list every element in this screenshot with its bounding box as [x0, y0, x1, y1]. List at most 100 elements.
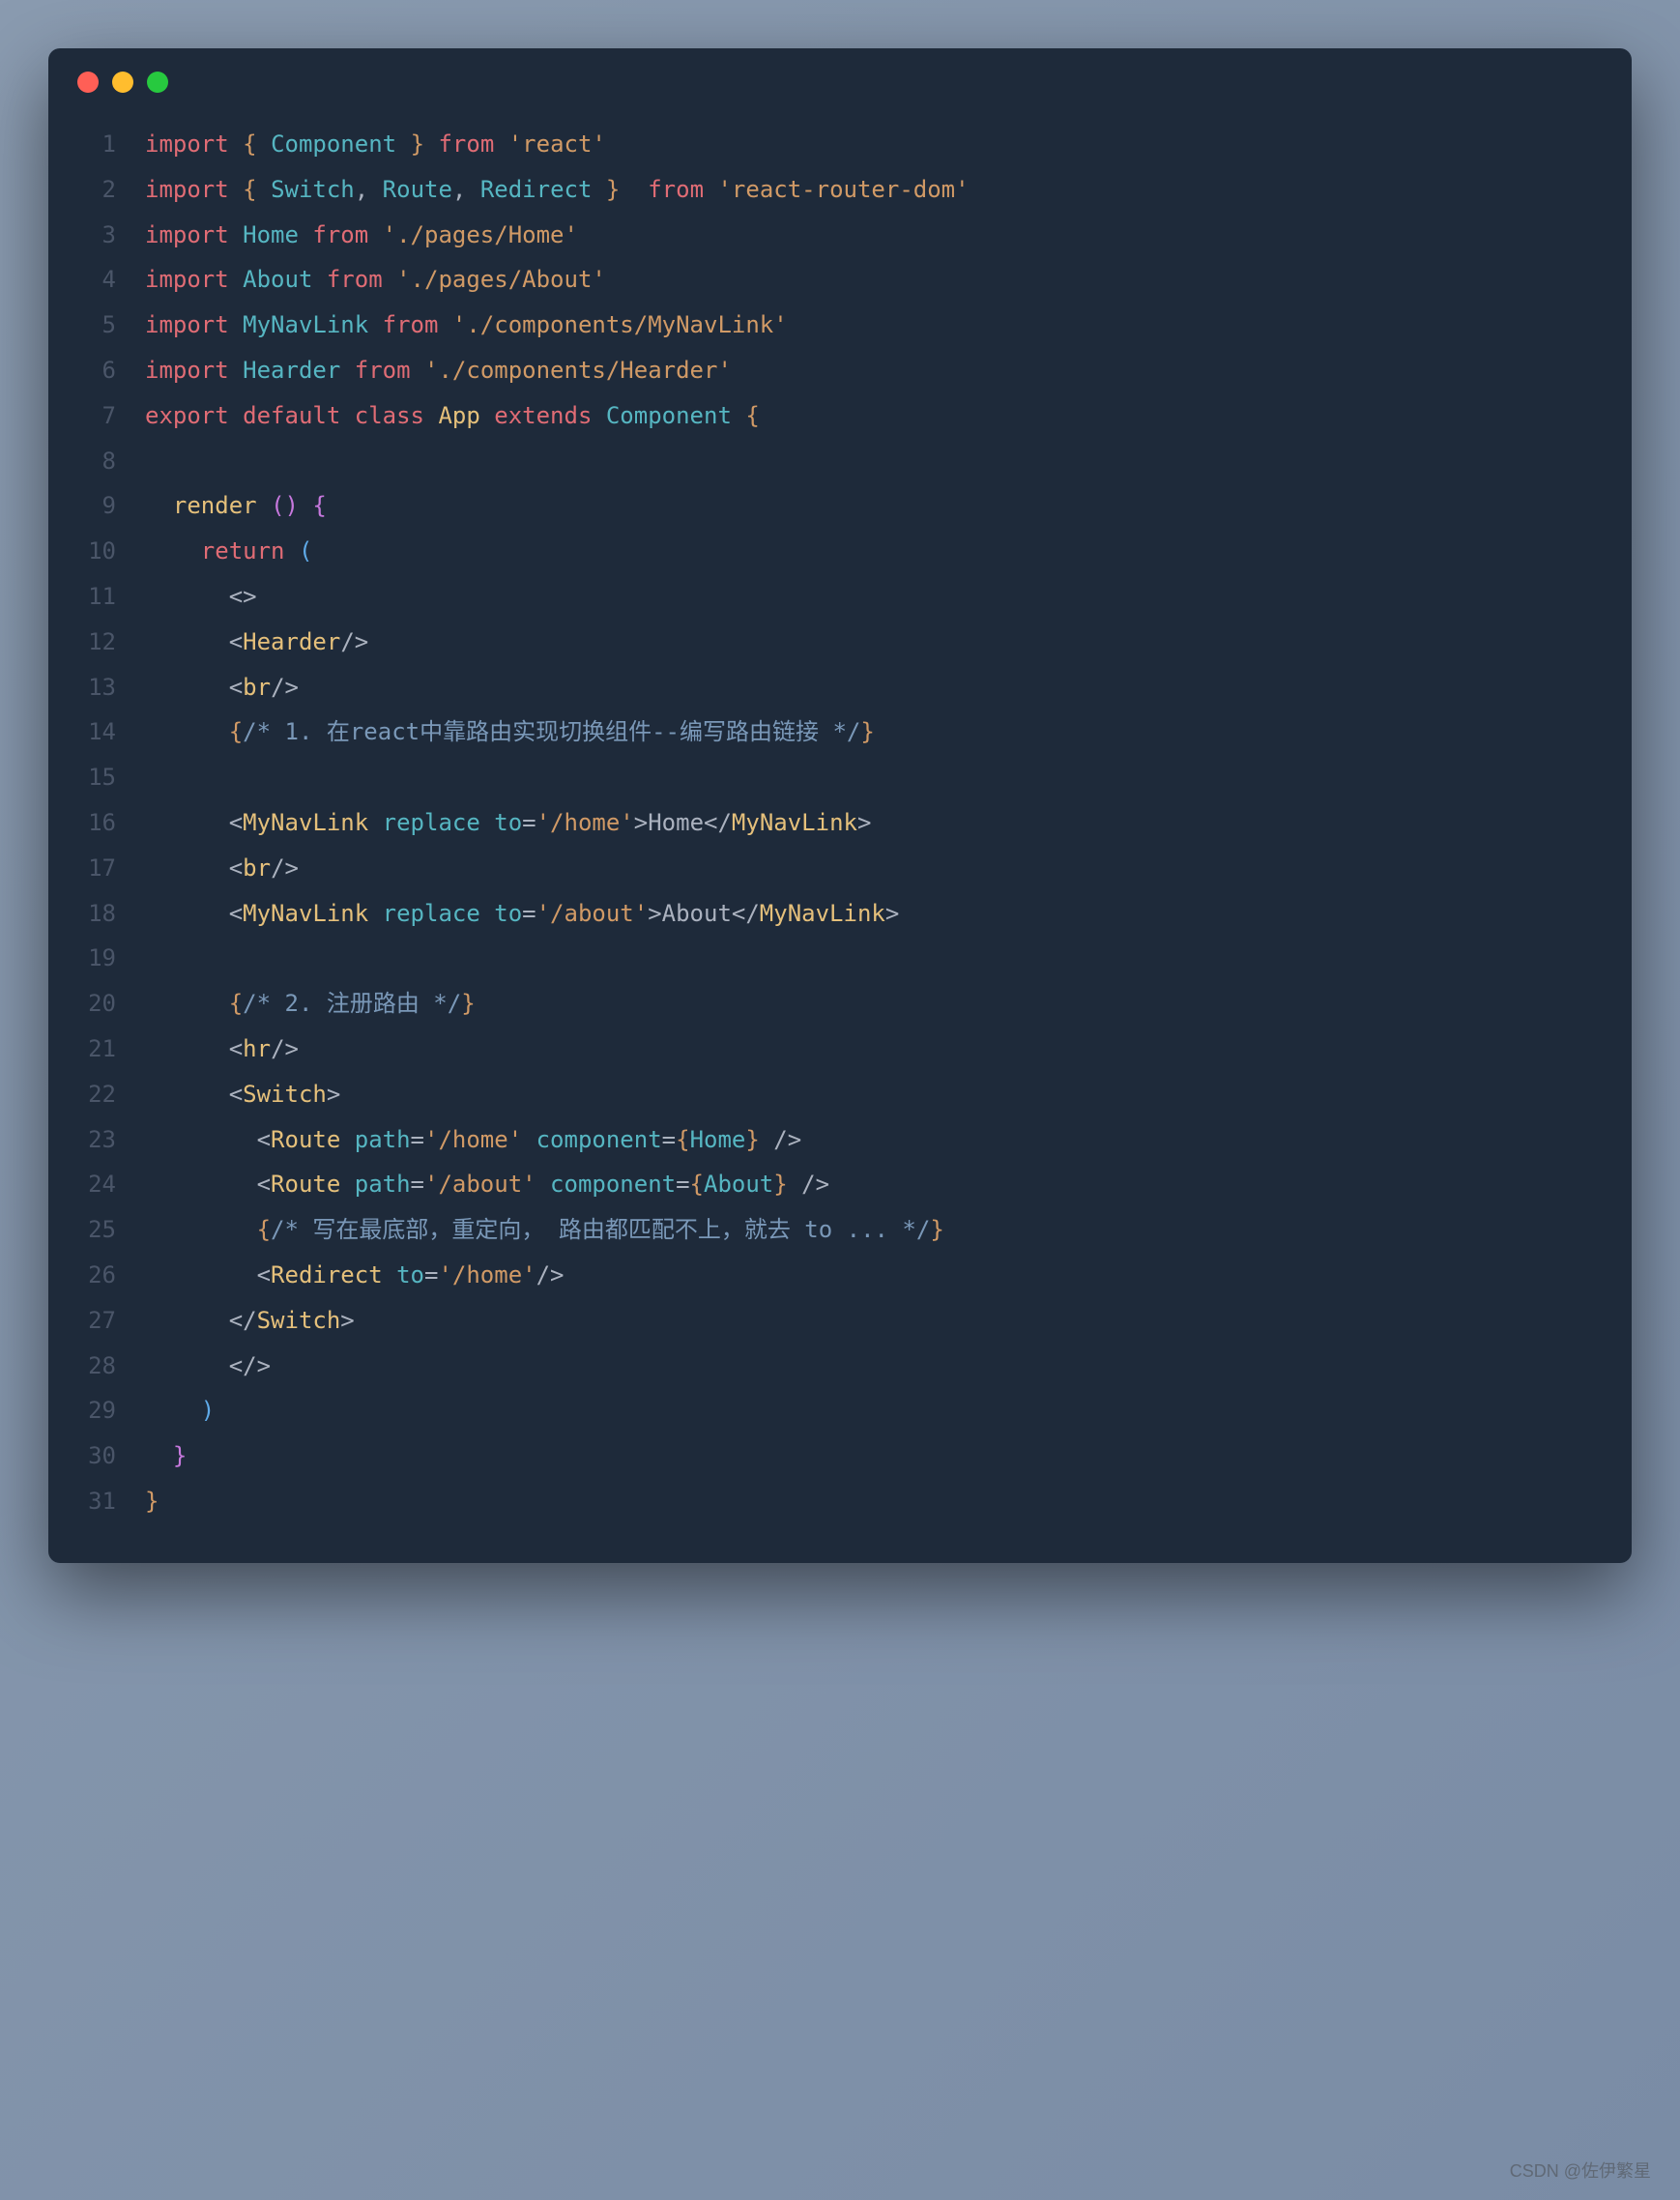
code-line: 17 <br/>: [68, 846, 1603, 891]
code-content: <Redirect to='/home'/>: [145, 1253, 1603, 1298]
code-content: import MyNavLink from './components/MyNa…: [145, 303, 1603, 348]
code-line: 25 {/* 写在最底部，重定向， 路由都匹配不上，就去 to ... */}: [68, 1207, 1603, 1253]
line-number: 18: [68, 891, 116, 937]
code-content: <br/>: [145, 665, 1603, 710]
code-line: 23 <Route path='/home' component={Home} …: [68, 1117, 1603, 1163]
code-line: 24 <Route path='/about' component={About…: [68, 1162, 1603, 1207]
code-line: 9 render () {: [68, 483, 1603, 529]
code-content: render () {: [145, 483, 1603, 529]
code-content: ): [145, 1388, 1603, 1433]
line-number: 14: [68, 709, 116, 755]
line-number: 28: [68, 1344, 116, 1389]
close-icon[interactable]: [77, 72, 99, 93]
line-number: 12: [68, 620, 116, 665]
line-number: 11: [68, 574, 116, 620]
window-titlebar: [48, 48, 1632, 102]
code-line: 3 import Home from './pages/Home': [68, 213, 1603, 258]
code-window: 1 import { Component } from 'react' 2 impor…: [48, 48, 1632, 1563]
line-number: 23: [68, 1117, 116, 1163]
code-line: 7 export default class App extends Compon…: [68, 393, 1603, 439]
line-number: 24: [68, 1162, 116, 1207]
code-content: <br/>: [145, 846, 1603, 891]
code-content: [145, 755, 1603, 800]
code-line: 19: [68, 936, 1603, 981]
code-line: 28 </>: [68, 1344, 1603, 1389]
code-content: <MyNavLink replace to='/home'>Home</MyNa…: [145, 800, 1603, 846]
maximize-icon[interactable]: [147, 72, 168, 93]
code-line: 11 <>: [68, 574, 1603, 620]
code-line: 16 <MyNavLink replace to='/home'>Home</M…: [68, 800, 1603, 846]
line-number: 9: [68, 483, 116, 529]
code-line: 5 import MyNavLink from './components/MyN…: [68, 303, 1603, 348]
minimize-icon[interactable]: [112, 72, 133, 93]
line-number: 7: [68, 393, 116, 439]
code-line: 18 <MyNavLink replace to='/about'>About<…: [68, 891, 1603, 937]
code-line: 6 import Hearder from './components/Heard…: [68, 348, 1603, 393]
line-number: 30: [68, 1433, 116, 1479]
line-number: 19: [68, 936, 116, 981]
code-content: <MyNavLink replace to='/about'>About</My…: [145, 891, 1603, 937]
code-line: 13 <br/>: [68, 665, 1603, 710]
code-line: 29 ): [68, 1388, 1603, 1433]
code-content: <Route path='/about' component={About} /…: [145, 1162, 1603, 1207]
code-content: import { Component } from 'react': [145, 122, 1603, 167]
code-content: </Switch>: [145, 1298, 1603, 1344]
code-line: 27 </Switch>: [68, 1298, 1603, 1344]
line-number: 8: [68, 439, 116, 484]
code-line: 20 {/* 2. 注册路由 */}: [68, 981, 1603, 1027]
code-content: <Switch>: [145, 1072, 1603, 1117]
code-content: </>: [145, 1344, 1603, 1389]
code-line: 2 import { Switch, Route, Redirect } from…: [68, 167, 1603, 213]
line-number: 26: [68, 1253, 116, 1298]
code-content: import Hearder from './components/Hearde…: [145, 348, 1603, 393]
code-line: 30 }: [68, 1433, 1603, 1479]
code-content: <>: [145, 574, 1603, 620]
line-number: 1: [68, 122, 116, 167]
code-content: import { Switch, Route, Redirect } from …: [145, 167, 1603, 213]
code-content: }: [145, 1433, 1603, 1479]
line-number: 21: [68, 1027, 116, 1072]
watermark-text: CSDN @佐伊繁星: [1510, 2157, 1651, 2183]
line-number: 25: [68, 1207, 116, 1253]
code-content: [145, 439, 1603, 484]
code-line: 14 {/* 1. 在react中靠路由实现切换组件--编写路由链接 */}: [68, 709, 1603, 755]
code-content: {/* 1. 在react中靠路由实现切换组件--编写路由链接 */}: [145, 709, 1603, 755]
line-number: 17: [68, 846, 116, 891]
code-content: export default class App extends Compone…: [145, 393, 1603, 439]
line-number: 5: [68, 303, 116, 348]
line-number: 15: [68, 755, 116, 800]
code-line: 15: [68, 755, 1603, 800]
line-number: 6: [68, 348, 116, 393]
line-number: 16: [68, 800, 116, 846]
line-number: 13: [68, 665, 116, 710]
code-line: 21 <hr/>: [68, 1027, 1603, 1072]
code-line: 10 return (: [68, 529, 1603, 574]
code-content: import Home from './pages/Home': [145, 213, 1603, 258]
code-line: 8: [68, 439, 1603, 484]
code-content: }: [145, 1479, 1603, 1524]
line-number: 29: [68, 1388, 116, 1433]
code-line: 22 <Switch>: [68, 1072, 1603, 1117]
code-content: {/* 写在最底部，重定向， 路由都匹配不上，就去 to ... */}: [145, 1207, 1603, 1253]
line-number: 20: [68, 981, 116, 1027]
line-number: 3: [68, 213, 116, 258]
code-content: import About from './pages/About': [145, 257, 1603, 303]
line-number: 22: [68, 1072, 116, 1117]
line-number: 10: [68, 529, 116, 574]
code-content: <Hearder/>: [145, 620, 1603, 665]
line-number: 31: [68, 1479, 116, 1524]
code-line: 1 import { Component } from 'react': [68, 122, 1603, 167]
code-content: [145, 936, 1603, 981]
line-number: 27: [68, 1298, 116, 1344]
code-editor[interactable]: 1 import { Component } from 'react' 2 impor…: [48, 102, 1632, 1563]
code-content: {/* 2. 注册路由 */}: [145, 981, 1603, 1027]
code-line: 12 <Hearder/>: [68, 620, 1603, 665]
code-content: <Route path='/home' component={Home} />: [145, 1117, 1603, 1163]
code-line: 31}: [68, 1479, 1603, 1524]
line-number: 2: [68, 167, 116, 213]
code-line: 4 import About from './pages/About': [68, 257, 1603, 303]
code-line: 26 <Redirect to='/home'/>: [68, 1253, 1603, 1298]
line-number: 4: [68, 257, 116, 303]
code-content: <hr/>: [145, 1027, 1603, 1072]
code-content: return (: [145, 529, 1603, 574]
